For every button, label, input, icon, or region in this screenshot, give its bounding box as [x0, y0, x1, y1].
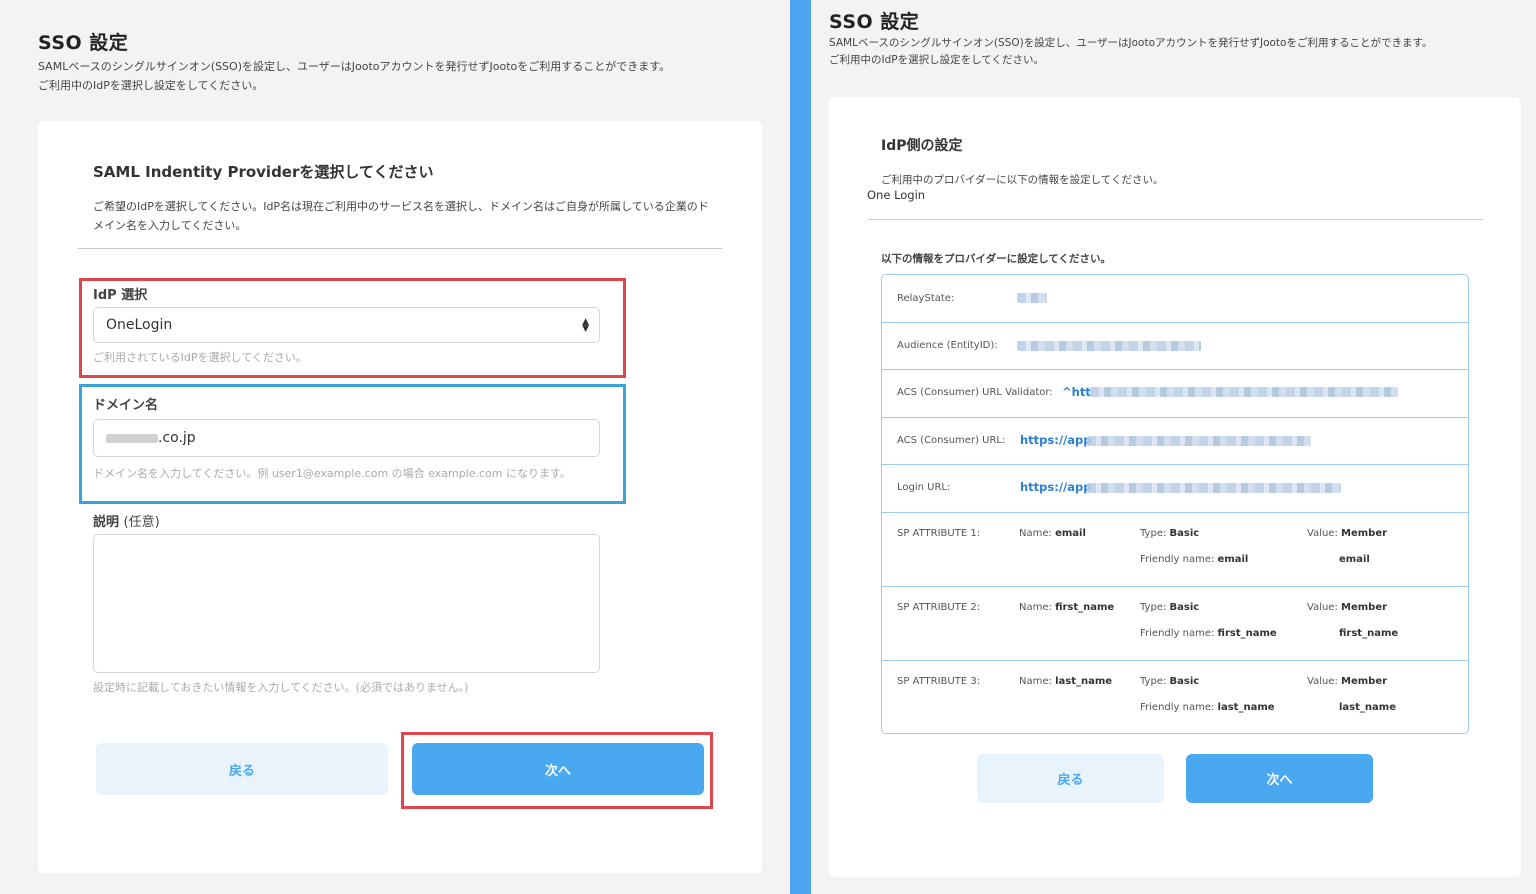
- attr-value2: first_name: [1339, 628, 1399, 639]
- attr-type-key: Type:: [1140, 602, 1167, 613]
- panel-divider: [790, 0, 811, 894]
- sp-attribute-row-3: SP ATTRIBUTE 3: Name: last_name Type: Ba…: [882, 661, 1468, 733]
- info-row-audience: Audience (EntityID):: [882, 323, 1468, 370]
- section-title: IdP側の設定: [881, 138, 963, 154]
- row-label: Audience (EntityID):: [897, 340, 998, 351]
- idp-info-table: RelayState: Audience (EntityID): ACS (Co…: [881, 274, 1469, 734]
- row-value: https://app: [1020, 433, 1092, 447]
- domain-input-value: .co.jp: [158, 430, 196, 446]
- row-label: ACS (Consumer) URL Validator:: [897, 387, 1053, 398]
- idp-select[interactable]: OneLogin ▲ ▼: [93, 307, 600, 343]
- attr-value-key: Value:: [1307, 528, 1338, 539]
- attr-value: Member: [1341, 602, 1388, 613]
- attr-friendly-key: Friendly name:: [1140, 554, 1215, 565]
- select-arrows-icon: ▲ ▼: [582, 317, 589, 334]
- attr-type: Basic: [1169, 528, 1200, 539]
- section-description: ご希望のIdPを選択してください。IdP名は現在ご利用中のサービス名を選択し、ド…: [93, 200, 709, 232]
- page-description-line-1: SAMLベースのシングルサインオン(SSO)を設定し、ユーザーはJootoアカウ…: [829, 37, 1433, 49]
- redacted-domain: [106, 433, 158, 443]
- sp-attribute-row-2: SP ATTRIBUTE 2: Name: first_name Type: B…: [882, 587, 1468, 661]
- description-help: 設定時に記載しておきたい情報を入力してください。(必須ではありません。): [93, 681, 469, 694]
- attr-name: last_name: [1055, 676, 1113, 687]
- info-row-acs-url: ACS (Consumer) URL: https://app: [882, 418, 1468, 465]
- provider-name: One Login: [867, 188, 926, 202]
- attr-friendly: last_name: [1217, 702, 1275, 713]
- description-textarea[interactable]: [93, 534, 600, 673]
- next-button[interactable]: 次へ: [412, 743, 704, 795]
- page-description-line-2: ご利用中のIdPを選択し設定をしてください。: [38, 79, 264, 92]
- idp-select-card: SAML Indentity Providerを選択してください ご希望のIdP…: [38, 121, 762, 873]
- info-row-relaystate: RelayState:: [882, 275, 1468, 323]
- idp-select-label: IdP 選択: [93, 288, 148, 303]
- page-description: SAMLベースのシングルサインオン(SSO)を設定し、ユーザーはJootoアカウ…: [38, 57, 758, 95]
- sp-attribute-row-1: SP ATTRIBUTE 1: Name: email Type: Basic …: [882, 513, 1468, 587]
- row-label: RelayState:: [897, 293, 955, 304]
- description-label-optional: (任意): [123, 515, 160, 530]
- row-label: Login URL:: [897, 482, 951, 493]
- idp-settings-card: IdP側の設定 ご利用中のプロバイダーに以下の情報を設定してください。 One …: [829, 97, 1521, 877]
- attr-type: Basic: [1169, 676, 1200, 687]
- attr-friendly-key: Friendly name:: [1140, 628, 1215, 639]
- page-description-line-1: SAMLベースのシングルサインオン(SSO)を設定し、ユーザーはJootoアカウ…: [38, 60, 671, 73]
- attr-value2: email: [1339, 554, 1370, 565]
- idp-select-value: OneLogin: [106, 317, 173, 333]
- attr-value-key: Value:: [1307, 676, 1338, 687]
- redacted-value: [1087, 436, 1311, 446]
- attr-label: SP ATTRIBUTE 3:: [897, 676, 981, 687]
- left-panel: SSO 設定 SAMLベースのシングルサインオン(SSO)を設定し、ユーザーはJ…: [0, 0, 790, 894]
- redacted-value: [1090, 387, 1398, 397]
- attr-type: Basic: [1169, 602, 1200, 613]
- section-description: ご利用中のプロバイダーに以下の情報を設定してください。: [881, 174, 1164, 186]
- domain-help: ドメイン名を入力してください。例 user1@example.com の場合 e…: [93, 467, 571, 480]
- page-description-line-2: ご利用中のIdPを選択し設定をしてください。: [829, 54, 1044, 66]
- section-title: SAML Indentity Providerを選択してください: [93, 163, 434, 181]
- attr-label: SP ATTRIBUTE 1:: [897, 528, 981, 539]
- row-value: https://app: [1020, 480, 1092, 494]
- attr-value-key: Value:: [1307, 602, 1338, 613]
- attr-value2: last_name: [1339, 702, 1396, 713]
- domain-input[interactable]: .co.jp: [93, 419, 600, 457]
- description-label-text: 説明: [93, 515, 120, 530]
- page-title: SSO 設定: [829, 11, 920, 33]
- attr-label: SP ATTRIBUTE 2:: [897, 602, 981, 613]
- attr-name-key: Name:: [1019, 602, 1052, 613]
- attr-friendly-key: Friendly name:: [1140, 702, 1215, 713]
- attr-value: Member: [1341, 676, 1388, 687]
- attr-value: Member: [1341, 528, 1388, 539]
- divider-line: [867, 219, 1483, 220]
- domain-label: ドメイン名: [93, 398, 159, 413]
- attr-type-key: Type:: [1140, 528, 1167, 539]
- next-button[interactable]: 次へ: [1186, 754, 1373, 803]
- page-title: SSO 設定: [38, 32, 129, 54]
- description-label: 説明 (任意): [93, 511, 160, 530]
- attr-name-key: Name:: [1019, 676, 1052, 687]
- back-button[interactable]: 戻る: [977, 754, 1164, 803]
- row-label: ACS (Consumer) URL:: [897, 435, 1006, 446]
- attr-name-key: Name:: [1019, 528, 1052, 539]
- redacted-value: [1017, 341, 1201, 351]
- divider-line: [78, 248, 722, 249]
- row-value: ^htt: [1062, 385, 1091, 399]
- attr-friendly: email: [1217, 554, 1249, 565]
- attr-friendly: first_name: [1217, 628, 1277, 639]
- info-row-acs-validator: ACS (Consumer) URL Validator: ^htt: [882, 370, 1468, 418]
- attr-name: email: [1055, 528, 1086, 539]
- page-description: SAMLベースのシングルサインオン(SSO)を設定し、ユーザーはJootoアカウ…: [829, 35, 1529, 69]
- idp-select-help: ご利用されているIdPを選択してください。: [93, 351, 307, 364]
- info-row-login-url: Login URL: https://app: [882, 465, 1468, 513]
- back-button[interactable]: 戻る: [96, 743, 388, 795]
- attr-type-key: Type:: [1140, 676, 1167, 687]
- redacted-value: [1017, 293, 1047, 303]
- redacted-value: [1087, 483, 1341, 493]
- attr-name: first_name: [1055, 602, 1115, 613]
- instruction-text: 以下の情報をプロバイダーに設定してください。: [881, 253, 1111, 265]
- right-panel: SSO 設定 SAMLベースのシングルサインオン(SSO)を設定し、ユーザーはJ…: [811, 0, 1536, 894]
